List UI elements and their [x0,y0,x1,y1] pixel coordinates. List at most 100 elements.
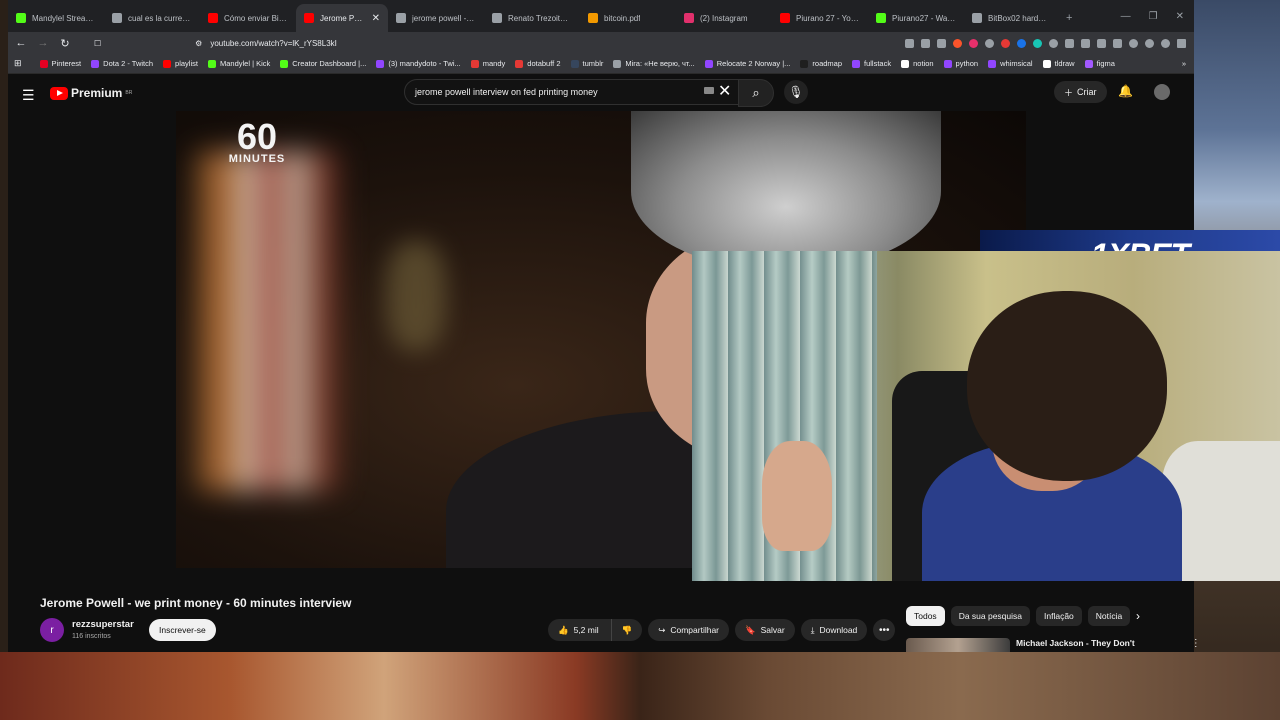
bookmark-item[interactable]: tldraw [1042,59,1075,68]
bookmark-item[interactable]: tumblr [570,59,604,68]
chevron-right-icon[interactable]: › [1136,609,1140,623]
bookmark-item[interactable]: Relocate 2 Norway |... [704,59,791,68]
chip-noticia[interactable]: Notícia [1087,606,1131,626]
clear-search-icon[interactable]: ✕ [718,81,731,101]
forward-icon[interactable]: → [34,37,52,49]
tab[interactable]: cual es la currency [104,4,200,32]
bookmark-favicon [901,59,910,68]
new-tab-icon[interactable]: + [1060,12,1072,32]
extension-icon[interactable] [1033,38,1042,48]
bookmark-label: dotabuff 2 [527,59,561,68]
recommended-thumbnail[interactable] [906,638,1010,652]
more-bookmarks-icon[interactable]: » [1182,59,1186,68]
bookmark-label: Relocate 2 Norway |... [716,59,791,68]
search-button[interactable]: ⌕ [738,79,774,107]
tab[interactable]: BitBox02 hardware [964,4,1060,32]
brave-rewards-icon[interactable] [969,38,978,48]
extension-icon[interactable] [985,38,994,48]
hamburger-menu-icon[interactable]: ☰ [22,87,35,104]
bookmark-favicon [943,59,952,68]
tab-active[interactable]: Jerome Powell ✕ [296,4,388,32]
bookmark-item[interactable]: notion [901,59,934,68]
bookmark-item[interactable]: figma [1084,59,1115,68]
back-icon[interactable]: ← [12,37,30,49]
extension-icon[interactable] [1049,38,1058,48]
share-icon[interactable] [937,38,946,48]
chip-from-search[interactable]: Da sua pesquisa [950,606,1031,626]
bookmark-favicon [515,59,524,68]
bookmark-item[interactable]: mandy [470,59,506,68]
vpn-icon[interactable] [1145,38,1154,48]
share-button[interactable]: ↪ Compartilhar [648,619,730,641]
chip-todos[interactable]: Todos [906,606,945,626]
search-input[interactable]: jerome powell interview on fed printing … [404,79,744,105]
close-window-icon[interactable]: ✕ [1176,11,1184,22]
bookmark-item[interactable]: roadmap [800,59,842,68]
voice-search-button[interactable]: 🎙 [784,80,808,104]
bookmark-item[interactable]: python [943,59,978,68]
account-avatar[interactable] [1154,84,1170,100]
address-bar[interactable]: ☐ ⚙ youtube.com/watch?v=lK_rYS8L3kI [94,34,818,52]
extension-icon[interactable] [1001,38,1010,48]
brave-shield-icon[interactable] [953,38,962,48]
chip-inflacao[interactable]: Inflação [1036,606,1082,626]
apps-grid-icon[interactable]: ⊞ [14,58,22,69]
tab[interactable]: Renato Trezoitão Bi [484,4,580,32]
bookmark-item[interactable]: Mandylel | Kick [207,59,270,68]
create-button[interactable]: ＋ Criar [1054,81,1107,103]
bookmark-item[interactable]: Pinterest [39,59,81,68]
minimize-icon[interactable]: — [1121,11,1131,22]
translate-icon[interactable] [905,38,914,48]
dislike-button[interactable]: 👎 [610,619,643,641]
tab[interactable]: bitcoin.pdf [580,4,676,32]
maximize-icon[interactable]: ❐ [1149,11,1158,22]
site-info-icon[interactable]: ⚙ [195,39,202,48]
subscribe-button[interactable]: Inscrever-se [149,619,216,641]
bookmark-favicon [1084,59,1093,68]
bookmark-item[interactable]: dotabuff 2 [515,59,561,68]
tab[interactable]: Piurano27 - Watch [868,4,964,32]
recommended-video[interactable]: Michael Jackson - They Don't ⋮ [906,638,1201,652]
bookmark-item[interactable]: whimsical [988,59,1033,68]
download-button[interactable]: ⤓ Download [800,619,868,641]
extension-icon[interactable] [1017,38,1026,48]
tab[interactable]: (2) Instagram [676,4,772,32]
leo-icon[interactable] [1129,38,1138,48]
tab-label: cual es la currency [128,13,192,23]
menu-icon[interactable] [1177,38,1186,48]
bookmark-item[interactable]: Dota 2 - Twitch [91,59,153,68]
reload-icon[interactable]: ↻ [56,37,74,50]
bookmark-item[interactable]: fullstack [852,59,891,68]
profile-icon[interactable] [1161,38,1170,48]
save-button[interactable]: 🔖 Salvar [735,619,795,641]
bookmark-star-icon[interactable]: ☐ [94,39,101,48]
recommended-title[interactable]: Michael Jackson - They Don't [1016,638,1135,648]
save-label: Salvar [760,625,785,635]
bookmark-item[interactable]: playlist [163,59,198,68]
sidebar-icon[interactable] [1097,38,1106,48]
extensions-puzzle-icon[interactable] [1065,38,1074,48]
like-button[interactable]: 👍 5,2 mil [548,619,611,641]
bookmark-item[interactable]: (3) mandydoto - Twi... [376,59,461,68]
wallet-icon[interactable] [1113,38,1122,48]
tab[interactable]: jerome powell - Go [388,4,484,32]
close-tab-icon[interactable]: ✕ [372,13,380,24]
more-actions-button[interactable]: ••• [873,619,896,641]
tab[interactable]: Mandylel Stream - [8,4,104,32]
bookmark-item[interactable]: Creator Dashboard |... [280,59,366,68]
cast-icon[interactable] [921,38,930,48]
tab[interactable]: Piurano 27 - YouTu [772,4,868,32]
more-vertical-icon[interactable]: ⋮ [1191,638,1201,649]
channel-name[interactable]: rezzsuperstar [72,619,134,630]
notifications-bell-icon[interactable]: 🔔 [1118,84,1133,98]
tab-favicon [780,13,790,23]
youtube-logo[interactable]: Premium BR [50,86,132,100]
bookmark-favicon [39,59,48,68]
keyboard-icon[interactable] [704,87,714,94]
channel-avatar[interactable]: r [40,618,64,642]
media-icon[interactable] [1081,38,1090,48]
tab[interactable]: Cómo enviar Bitcoin [200,4,296,32]
bookmark-label: tumblr [582,59,604,68]
bookmark-item[interactable]: Mira: «Не верю, чт... [613,59,695,68]
bookmark-label: mandy [482,59,506,68]
